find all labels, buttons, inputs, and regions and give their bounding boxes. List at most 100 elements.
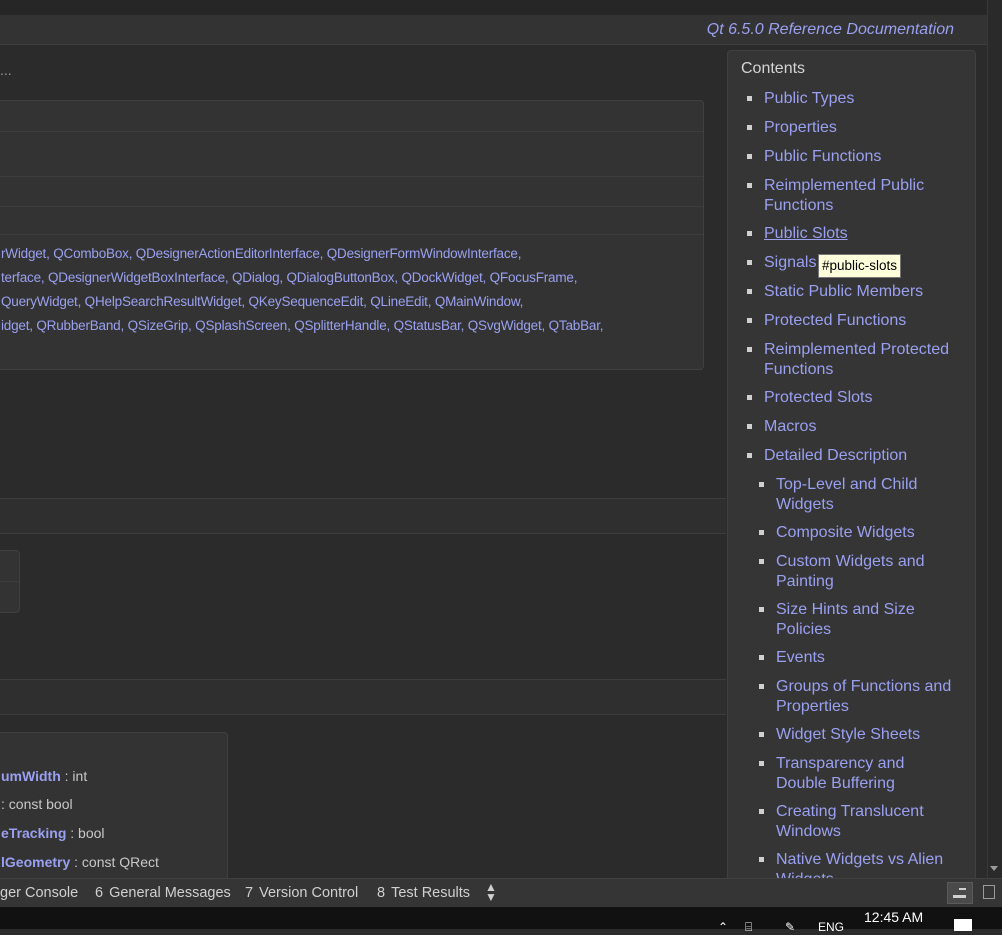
property-item[interactable]: eTracking : bool [1,825,105,841]
inherited-by-line[interactable]: QueryWidget, QHelpSearchResultWidget, QK… [1,294,523,309]
toc-link-label: Size Hints and Size Policies [776,601,915,638]
toc-link-label: Properties [764,119,837,136]
properties-table: umWidth : int : const bool eTracking : b… [0,732,228,894]
bullet-icon [747,231,752,236]
section-heading-band [0,498,726,534]
language-indicator[interactable]: ENG [818,920,844,934]
toc-link-label: Protected Functions [764,312,907,329]
toc-link-label: Detailed Description [764,447,908,464]
doc-header: Qt 6.5.0 Reference Documentation [0,15,987,45]
toc-link[interactable]: Events [759,648,971,668]
bullet-icon [759,684,764,689]
toc-link[interactable]: Size Hints and Size Policies [759,600,971,639]
bullet-icon [747,289,752,294]
link-tooltip: #public-slots [818,254,902,278]
inherited-by-line[interactable]: rWidget, QComboBox, QDesignerActionEdito… [1,246,521,261]
doc-header-title: Qt 6.5.0 Reference Documentation [706,21,954,38]
toc-link[interactable]: Custom Widgets and Painting [759,552,971,591]
bullet-icon [747,453,752,458]
vertical-scrollbar[interactable] [987,0,1002,878]
chevron-up-icon[interactable]: ⌃ [718,920,728,934]
toc-link[interactable]: Creating Translucent Windows [759,802,971,841]
bullet-icon [759,857,764,862]
bullet-icon [747,395,752,400]
pen-icon[interactable]: ✎ [785,920,795,934]
table-row [0,234,703,235]
toc-link-label: Public Functions [764,148,882,165]
toc-link-label: Protected Slots [764,389,873,406]
bullet-icon [747,260,752,265]
toc-link-label: Custom Widgets and Painting [776,553,925,590]
bullet-icon [747,318,752,323]
property-item[interactable]: umWidth : int [1,768,87,784]
table-row [0,176,703,177]
toc-link[interactable]: Properties [747,118,969,138]
toc-link[interactable]: Top-Level and Child Widgets [759,475,971,514]
bullet-icon [759,732,764,737]
class-info-table: rWidget, QComboBox, QDesignerActionEdito… [0,100,704,370]
toc-link-label: Signals [764,254,817,271]
bullet-icon [759,530,764,535]
scroll-down-arrow-icon[interactable] [987,862,1002,876]
toc-link[interactable]: Groups of Functions and Properties [759,677,971,716]
inherited-by-line[interactable]: idget, QRubberBand, QSizeGrip, QSplashSc… [1,318,604,333]
toc-link[interactable]: Public Slots [747,224,969,244]
pane-button-version-control[interactable]: 7 Version Control [245,885,358,901]
toc-link-label: Composite Widgets [776,524,915,541]
property-item[interactable]: : const bool [1,796,73,812]
table-row [0,581,19,582]
system-taskbar: ⌃ ⌸ ✎ ENG 12:45 AM [0,907,1002,934]
toggle-output-pane-icon[interactable] [947,882,973,904]
toc-link-label: Transparency and Double Buffering [776,755,905,792]
bullet-icon [759,655,764,660]
pane-button-general-messages[interactable]: 6 General Messages [95,885,231,901]
bullet-icon [747,347,752,352]
network-icon[interactable]: ⌸ [745,920,752,935]
pane-selector-spinner-icon[interactable]: ▲ ▼ [485,881,497,903]
pane-button-debugger-console[interactable]: ger Console [0,885,78,901]
section-heading-band [0,679,726,715]
toggle-sidebar-icon[interactable] [983,885,995,899]
toc-link-label: Reimplemented Public Functions [764,177,925,214]
toc-link[interactable]: Protected Slots [747,388,969,408]
public-types-table [0,550,20,613]
title-bar-strip [0,0,1002,15]
toc-link-label: Creating Translucent Windows [776,803,924,840]
toc-link[interactable]: Public Types [747,89,969,109]
table-row [0,131,703,132]
toc-link[interactable]: Macros [747,417,969,437]
pane-button-test-results[interactable]: 8 Test Results [377,885,470,901]
toc-link-label: Static Public Members [764,283,924,300]
breadcrumb: ... [0,62,12,78]
toc-link[interactable]: Reimplemented Public Functions [747,176,969,215]
toc-link[interactable]: Public Functions [747,147,969,167]
toc-link[interactable]: Reimplemented Protected Functions [747,340,969,379]
toc-link-label: Events [776,649,825,666]
property-item[interactable]: lGeometry : const QRect [1,854,159,870]
bullet-icon [759,482,764,487]
toc-link[interactable]: Widget Style Sheets [759,725,971,745]
bullet-icon [747,96,752,101]
toc-link-label: Widget Style Sheets [776,726,921,743]
bullet-icon [759,761,764,766]
toc-link[interactable]: Protected Functions [747,311,969,331]
toc-link[interactable]: Detailed Description [747,446,969,466]
bullet-icon [747,154,752,159]
output-pane-bar: ger Console 6 General Messages 7 Version C… [0,878,1002,907]
clock[interactable]: 12:45 AM [864,909,923,925]
bullet-icon [747,125,752,130]
toc-link-label: Reimplemented Protected Functions [764,341,949,378]
inherited-by-line[interactable]: terface, QDesignerWidgetBoxInterface, QD… [1,270,577,285]
bullet-icon [747,183,752,188]
toc-title: Contents [741,60,806,77]
toc-link-label: Top-Level and Child Widgets [776,476,918,513]
notification-icon[interactable] [954,919,972,931]
toc-link-label: Groups of Functions and Properties [776,678,952,715]
toc-link[interactable]: Composite Widgets [759,523,971,543]
toc-link[interactable]: Transparency and Double Buffering [759,754,971,793]
toc-link-label: Macros [764,418,817,435]
toc-link[interactable]: Static Public Members [747,282,969,302]
table-of-contents: Contents Public Types Properties Public Fu… [727,50,976,888]
toc-link-label: Public Slots [764,225,848,242]
bullet-icon [759,607,764,612]
